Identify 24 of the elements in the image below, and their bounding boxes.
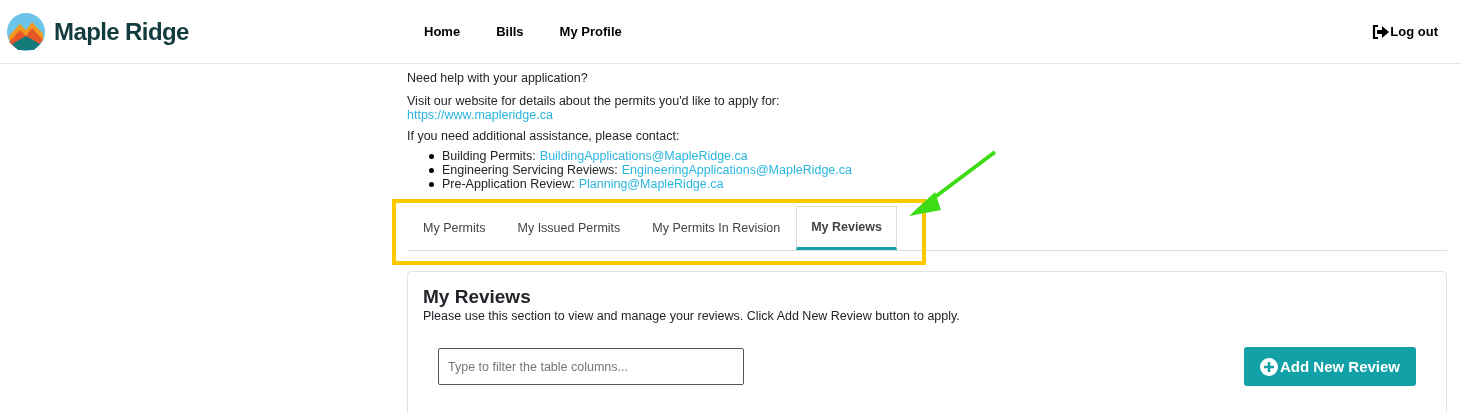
- panel-description: Please use this section to view and manage your reviews. Click Add New Review button to apply.: [423, 308, 961, 324]
- logout-icon: [1372, 24, 1391, 39]
- website-text: Visit our website for details about the permits you'd like to apply for:: [407, 94, 781, 108]
- tab[interactable]: My Permits In Revision: [636, 206, 797, 250]
- tab[interactable]: My Permits: [407, 206, 502, 250]
- bullet-icon: [429, 153, 434, 159]
- nav-link[interactable]: Bills: [496, 21, 524, 42]
- bullet-icon: [429, 167, 434, 173]
- panel-title: My Reviews: [423, 286, 532, 308]
- filter-field[interactable]: Type to filter the table columns...: [438, 348, 744, 385]
- logo-icon: [6, 11, 46, 52]
- nav-link[interactable]: My Profile: [559, 21, 622, 42]
- contact-text: If you need additional assistance, please contact:: [407, 128, 681, 144]
- brand-name: Maple Ridge: [54, 16, 189, 47]
- logout-button[interactable]: Log out: [1372, 21, 1438, 42]
- help-title: Need help with your application?: [407, 70, 589, 86]
- contact-label: Pre-Application Review:: [442, 177, 575, 191]
- contact-label: Engineering Servicing Reviews:: [442, 163, 618, 177]
- tab[interactable]: My Reviews: [796, 206, 897, 250]
- contact-label: Building Permits:: [442, 149, 536, 163]
- plus-circle-icon: [1259, 357, 1278, 376]
- nav-link[interactable]: Home: [424, 21, 461, 42]
- bullet-icon: [429, 181, 434, 187]
- tab[interactable]: My Issued Permits: [501, 206, 637, 250]
